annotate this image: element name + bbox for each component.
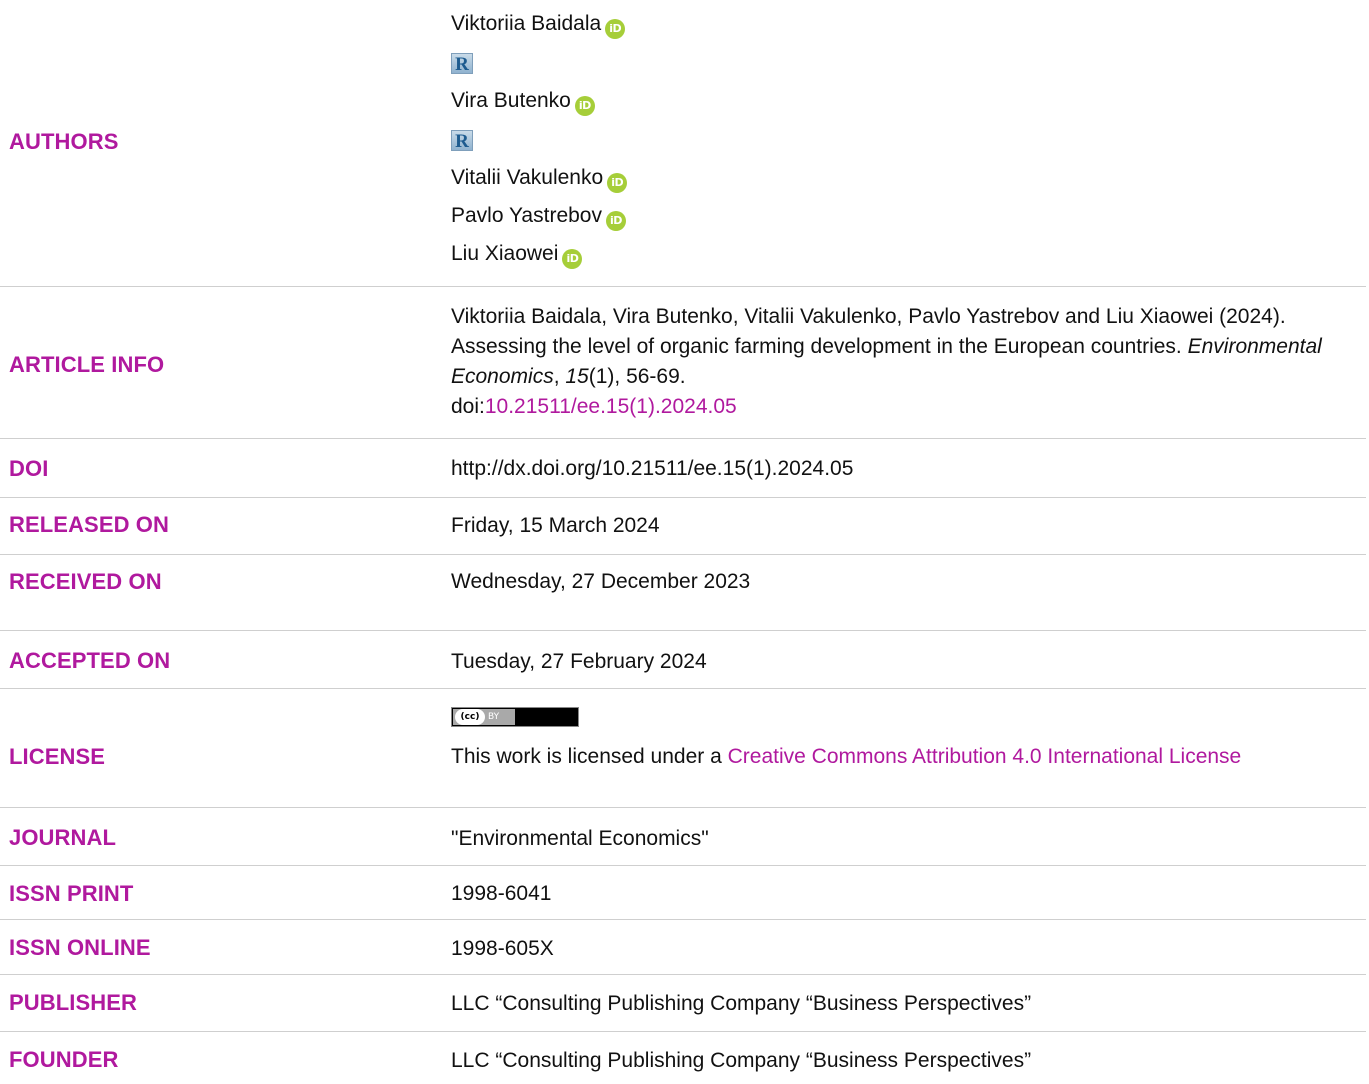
orcid-icon[interactable]: iD [574,96,595,116]
article-info-row: ARTICLE INFO Viktoriia Baidala, Vira But… [0,287,1366,439]
received-row: RECEIVED ON Wednesday, 27 December 2023 [0,555,1366,631]
issn-online-label: ISSN ONLINE [9,935,151,960]
founder-row: FOUNDER LLC “Consulting Publishing Compa… [0,1032,1366,1084]
author-name: Pavlo Yastrebov [451,204,602,227]
founder-value: LLC “Consulting Publishing Company “Busi… [451,1049,1032,1072]
citation-volume: 15 [565,365,589,388]
publisher-row: PUBLISHER LLC “Consulting Publishing Com… [0,975,1366,1032]
researcherid-row: R [451,120,627,159]
author-item: Pavlo Yastrebov iD [451,197,627,235]
authors-label: AUTHORS [9,129,119,154]
received-label: RECEIVED ON [9,569,162,594]
released-value: Friday, 15 March 2024 [451,514,660,537]
author-name: Viktoriia Baidala [451,12,602,35]
founder-label: FOUNDER [9,1047,119,1072]
author-item: Vitalii Vakulenko iD [451,159,628,197]
license-value: (cc) BY This work is licensed under a Cr… [451,706,1341,772]
author-item: Viktoriia Baidala iD [451,5,627,43]
citation-doi-link[interactable]: 10.21511/ee.15(1).2024.05 [485,395,737,418]
license-label: LICENSE [9,744,106,769]
accepted-value: Tuesday, 27 February 2024 [451,650,707,673]
researcherid-row: R [451,43,627,82]
doi-row: DOI http://dx.doi.org/10.21511/ee.15(1).… [0,439,1366,498]
doi-value: http://dx.doi.org/10.21511/ee.15(1).2024… [451,457,854,480]
license-text-prefix: This work is licensed under a [451,745,728,768]
doi-prefix: doi: [451,395,485,418]
publisher-label: PUBLISHER [9,990,138,1015]
issn-print-label: ISSN PRINT [9,881,134,906]
orcid-icon[interactable]: iD [607,173,628,193]
citation-body: Viktoriia Baidala, Vira Butenko, Vitalii… [451,305,1286,358]
researcherid-icon[interactable]: R [451,52,473,75]
journal-value: "Environmental Economics" [451,827,709,850]
author-item: Liu Xiaowei iD [451,235,627,273]
journal-row: JOURNAL "Environmental Economics" [0,808,1366,866]
received-value: Wednesday, 27 December 2023 [451,570,751,593]
article-info-label: ARTICLE INFO [9,352,165,377]
citation-sep: , [553,365,566,388]
publisher-value: LLC “Consulting Publishing Company “Busi… [451,992,1032,1015]
cc-by-badge-icon[interactable]: (cc) BY [451,707,579,727]
license-text: This work is licensed under a Creative C… [451,742,1341,772]
author-name: Liu Xiaowei [451,242,559,265]
accepted-label: ACCEPTED ON [9,648,171,673]
author-item: Vira Butenko iD [451,82,627,120]
citation-text: Viktoriia Baidala, Vira Butenko, Vitalii… [451,302,1341,422]
released-row: RELEASED ON Friday, 15 March 2024 [0,498,1366,555]
researcherid-icon[interactable]: R [451,129,473,152]
doi-label: DOI [9,456,49,481]
orcid-icon[interactable]: iD [562,249,583,269]
authors-row: AUTHORS Viktoriia Baidala iD R Vira Buten… [0,0,1366,287]
issn-online-value: 1998-605X [451,937,554,960]
author-name: Vitalii Vakulenko [451,166,604,189]
released-label: RELEASED ON [9,512,170,537]
citation-issue-pages: (1), 56-69. [588,365,686,388]
journal-label: JOURNAL [9,825,117,850]
accepted-row: ACCEPTED ON Tuesday, 27 February 2024 [0,631,1366,689]
authors-list: Viktoriia Baidala iD R Vira Butenko iD R V… [451,5,628,273]
license-link[interactable]: Creative Commons Attribution 4.0 Interna… [728,745,1242,768]
issn-online-row: ISSN ONLINE 1998-605X [0,920,1366,975]
cc-badge-by: BY [488,712,500,722]
issn-print-value: 1998-6041 [451,882,552,905]
author-name: Vira Butenko [451,89,571,112]
orcid-icon[interactable]: iD [605,211,626,231]
license-row: LICENSE (cc) BY This work is licensed un… [0,689,1366,808]
issn-print-row: ISSN PRINT 1998-6041 [0,866,1366,920]
cc-badge-cc: (cc) [455,709,485,725]
orcid-icon[interactable]: iD [605,19,626,39]
